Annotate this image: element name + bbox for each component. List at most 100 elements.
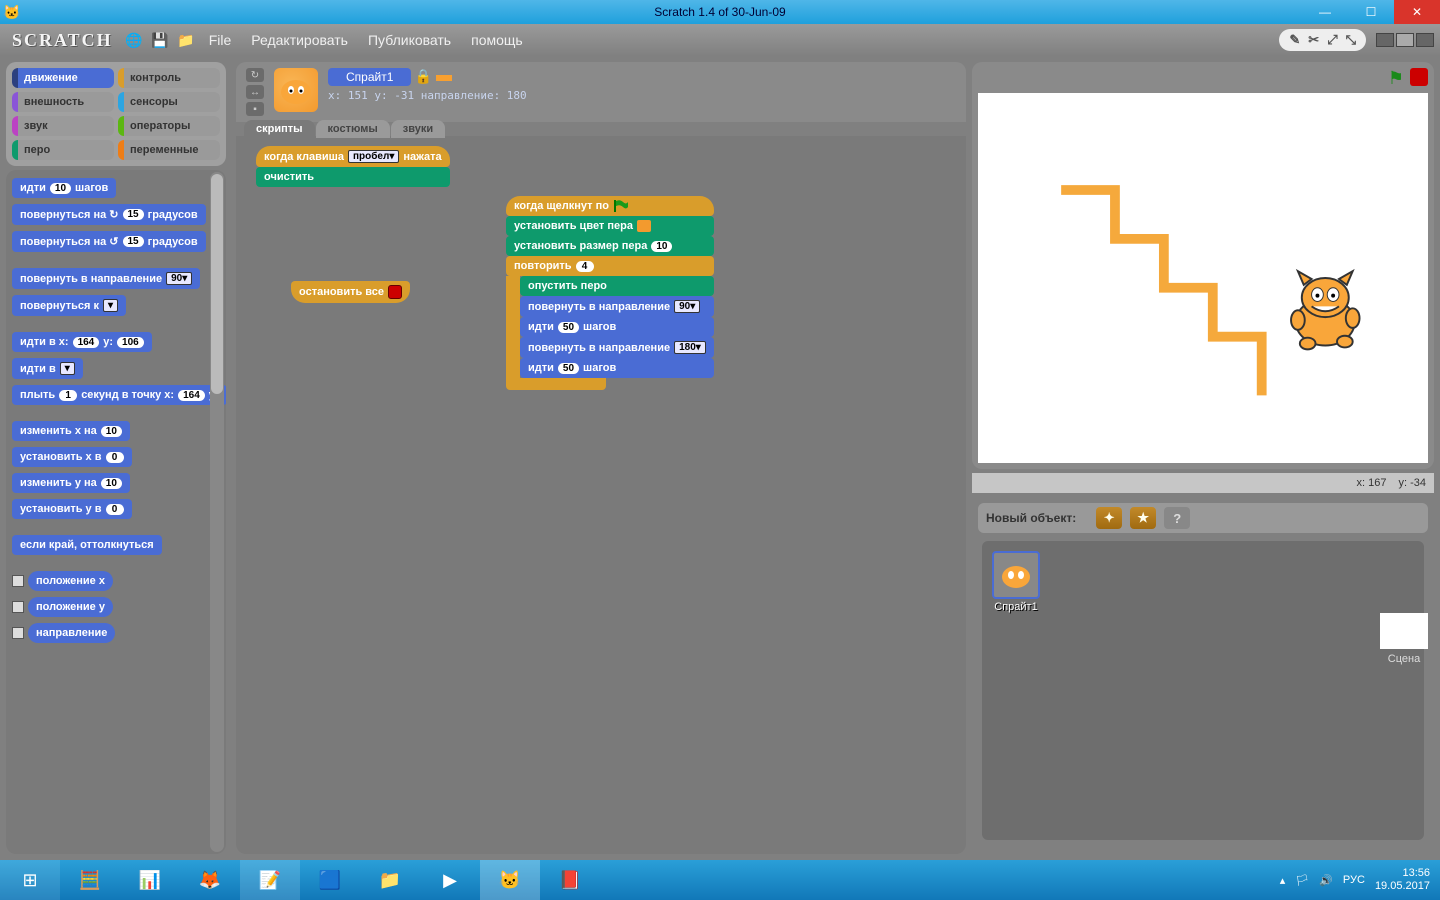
- left-column: движение контроль внешность сенсоры звук…: [0, 56, 232, 860]
- sprite-coords: x: 151 y: -31 направление: 180: [328, 89, 527, 102]
- taskbar-firefox[interactable]: 🦊: [180, 860, 240, 900]
- script-stack-1[interactable]: когда клавишапробел▾нажата очистить: [256, 146, 450, 187]
- close-button[interactable]: ✕: [1394, 0, 1440, 24]
- new-sprite-label: Новый объект:: [986, 511, 1076, 525]
- tray-flag-icon[interactable]: 🏳: [1295, 874, 1309, 887]
- main-area: движение контроль внешность сенсоры звук…: [0, 56, 1440, 860]
- sprite-list: Спрайт1: [982, 541, 1424, 840]
- block-set-y[interactable]: установить y в0: [12, 499, 132, 519]
- taskbar-media[interactable]: ▶: [420, 860, 480, 900]
- save-icon[interactable]: 💾: [149, 29, 171, 51]
- window-title: Scratch 1.4 of 30-Jun-09: [654, 5, 785, 19]
- menu-publish[interactable]: Публиковать: [360, 32, 459, 48]
- scripts-area[interactable]: когда клавишапробел▾нажата очистить оста…: [236, 136, 966, 854]
- maximize-button[interactable]: ☐: [1348, 0, 1394, 24]
- stage-panel: ⚑: [972, 62, 1434, 469]
- lock-icon[interactable]: 🔒: [415, 68, 432, 84]
- script-stack-2[interactable]: остановить все: [291, 281, 410, 303]
- block-point-dir[interactable]: повернуть в направление90▾: [12, 268, 200, 289]
- window-titlebar: 🐱 Scratch 1.4 of 30-Jun-09 — ☐ ✕: [0, 0, 1440, 24]
- category-sound[interactable]: звук: [12, 116, 114, 136]
- minimize-button[interactable]: —: [1302, 0, 1348, 24]
- open-icon[interactable]: 📁: [175, 29, 197, 51]
- surprise-sprite-button[interactable]: ?: [1164, 507, 1190, 529]
- block-turn-ccw[interactable]: повернуться на ↺15градусов: [12, 231, 206, 252]
- block-move-steps[interactable]: идти10шагов: [12, 178, 116, 198]
- category-control[interactable]: контроль: [118, 68, 220, 88]
- center-column: ↻ ↔ ▪ Спрайт1 🔒 x: 151 y: -31 направлени…: [232, 56, 970, 860]
- start-button[interactable]: ⊞: [0, 860, 60, 900]
- taskbar-pdf[interactable]: 📕: [540, 860, 600, 900]
- stop-icon: [388, 285, 402, 299]
- tab-scripts[interactable]: скрипты: [244, 120, 315, 138]
- app-toolbar: SCRATCH 🌐 💾 📁 File Редактировать Публико…: [0, 24, 1440, 56]
- stage-mouse-coords: x: 167y: -34: [972, 473, 1434, 493]
- language-icon[interactable]: 🌐: [123, 29, 145, 51]
- tab-costumes[interactable]: костюмы: [316, 120, 390, 138]
- block-turn-cw[interactable]: повернуться на ↻15градусов: [12, 204, 206, 225]
- tray-clock[interactable]: 13:5619.05.2017: [1375, 867, 1430, 893]
- sprite-name[interactable]: Спрайт1: [328, 68, 411, 86]
- category-operators[interactable]: операторы: [118, 116, 220, 136]
- category-motion[interactable]: движение: [12, 68, 114, 88]
- app-logo: SCRATCH: [6, 30, 119, 51]
- block-glide[interactable]: плыть1секунд в точку x:164y:: [12, 385, 226, 405]
- green-flag-button[interactable]: ⚑: [1388, 68, 1404, 89]
- stage-tools: ✎ ✂ ⤢ ⤡: [1279, 29, 1366, 51]
- block-goto-xy[interactable]: идти в x:164y:106: [12, 332, 152, 352]
- block-point-towards[interactable]: повернуться к ▾: [12, 295, 126, 316]
- block-palette: идти10шагов повернуться на ↻15градусов п…: [6, 170, 226, 854]
- rotate-none-icon[interactable]: ▪: [246, 102, 264, 116]
- view-mode-switch[interactable]: [1376, 33, 1434, 47]
- windows-taskbar: ⊞ 🧮 📊 🦊 📝 🟦 📁 ▶ 🐱 📕 ▴ 🏳 🔊 РУС 13:5619.05…: [0, 860, 1440, 900]
- system-tray: ▴ 🏳 🔊 РУС 13:5619.05.2017: [1270, 867, 1440, 893]
- tray-volume-icon[interactable]: 🔊: [1319, 874, 1333, 887]
- tab-sounds[interactable]: звуки: [391, 120, 445, 138]
- editor-tabs: скрипты костюмы звуки: [236, 120, 966, 138]
- taskbar-skype[interactable]: 🟦: [300, 860, 360, 900]
- cut-icon[interactable]: ✂: [1308, 32, 1319, 48]
- block-bounce[interactable]: если край, оттолкнуться: [12, 535, 162, 555]
- category-pen[interactable]: перо: [12, 140, 114, 160]
- category-variables[interactable]: переменные: [118, 140, 220, 160]
- block-set-x[interactable]: установить x в0: [12, 447, 132, 467]
- stage-thumb[interactable]: Сцена: [1380, 613, 1428, 665]
- grow-icon[interactable]: ⤢: [1327, 32, 1337, 48]
- reporter-dir[interactable]: направление: [12, 623, 220, 649]
- app-icon: 🐱: [0, 4, 24, 21]
- duplicate-icon[interactable]: ✎: [1289, 32, 1300, 48]
- taskbar-scratch[interactable]: 🐱: [480, 860, 540, 900]
- category-sensing[interactable]: сенсоры: [118, 92, 220, 112]
- block-goto[interactable]: идти в ▾: [12, 358, 83, 379]
- green-flag-icon: [613, 200, 629, 212]
- tray-lang[interactable]: РУС: [1343, 874, 1365, 886]
- sprite-item[interactable]: Спрайт1: [992, 551, 1040, 613]
- menu-help[interactable]: помощь: [463, 32, 531, 48]
- paint-sprite-button[interactable]: ✦: [1096, 507, 1122, 529]
- category-grid: движение контроль внешность сенсоры звук…: [6, 62, 226, 166]
- sprite-header: ↻ ↔ ▪ Спрайт1 🔒 x: 151 y: -31 направлени…: [236, 62, 966, 122]
- taskbar-explorer[interactable]: 📁: [360, 860, 420, 900]
- script-stack-3[interactable]: когда щелкнут по установить цвет пера ус…: [506, 196, 714, 390]
- choose-sprite-button[interactable]: ★: [1130, 507, 1156, 529]
- menu-file[interactable]: File: [201, 32, 240, 48]
- right-column: ⚑: [970, 56, 1440, 860]
- rotate-free-icon[interactable]: ↻: [246, 68, 264, 82]
- menu-edit[interactable]: Редактировать: [243, 32, 356, 48]
- reporter-y[interactable]: положение y: [12, 597, 220, 623]
- taskbar-chart[interactable]: 📊: [120, 860, 180, 900]
- sprite-thumbnail[interactable]: [274, 68, 318, 112]
- stage[interactable]: [978, 93, 1428, 463]
- shrink-icon[interactable]: ⤡: [1346, 32, 1356, 48]
- block-change-x[interactable]: изменить x на10: [12, 421, 130, 441]
- sprites-panel: Новый объект: ✦ ★ ? Спрайт1 Сцена: [972, 497, 1434, 854]
- category-looks[interactable]: внешность: [12, 92, 114, 112]
- taskbar-calc[interactable]: 🧮: [60, 860, 120, 900]
- rotate-lr-icon[interactable]: ↔: [246, 85, 264, 99]
- reporter-x[interactable]: положение x: [12, 571, 220, 597]
- stop-button[interactable]: [1410, 68, 1428, 86]
- tray-up-icon[interactable]: ▴: [1280, 874, 1286, 887]
- taskbar-word[interactable]: 📝: [240, 860, 300, 900]
- block-change-y[interactable]: изменить y на10: [12, 473, 130, 493]
- palette-scrollbar[interactable]: [210, 172, 224, 852]
